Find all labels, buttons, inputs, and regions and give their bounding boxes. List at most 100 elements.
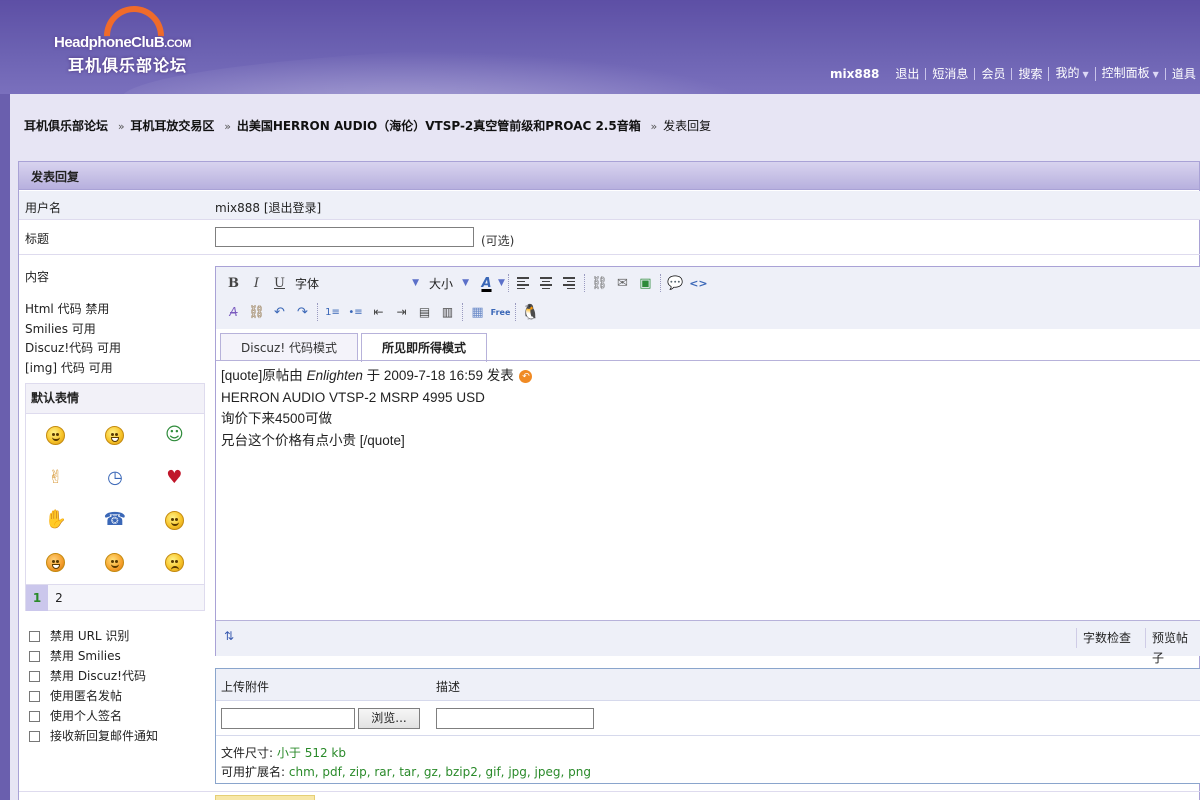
option-disable-url[interactable]: 禁用 URL 识别: [29, 626, 158, 646]
current-user-link[interactable]: mix888: [830, 67, 879, 81]
link-icon[interactable]: ⛓: [588, 272, 611, 294]
post-editor: B I U 字体 ▼ 大小 ▼ A ▼ ⛓ ✉ ▣ 💬 <> A̶ ⛓ ↶ ↷ …: [215, 266, 1200, 665]
word-count-button[interactable]: 字数检查: [1076, 628, 1137, 648]
option-signature[interactable]: 使用个人签名: [29, 706, 158, 726]
toolbar-divider: [659, 274, 661, 292]
nav-items[interactable]: 道具: [1164, 68, 1200, 80]
unordered-list-icon[interactable]: •≡: [344, 301, 367, 323]
email-icon[interactable]: ✉: [611, 272, 634, 294]
attachment-divider: [216, 735, 1200, 736]
checkbox[interactable]: [29, 710, 40, 722]
code-status-html: Html 代码 禁用: [25, 302, 110, 316]
subject-label: 标题: [25, 232, 50, 246]
table-icon[interactable]: ▦: [466, 301, 489, 323]
smile-icon: [46, 425, 66, 445]
checkbox[interactable]: [29, 730, 40, 742]
nav-messages[interactable]: 短消息: [925, 68, 974, 80]
font-size-select[interactable]: 大小 ▼: [419, 275, 469, 292]
tab-discuz-code[interactable]: Discuz! 代码模式: [220, 333, 358, 361]
qq-penguin-icon[interactable]: 🐧: [519, 301, 542, 323]
go-to-post-icon[interactable]: ↶: [519, 370, 533, 383]
checkbox[interactable]: [29, 690, 40, 702]
font-color-icon[interactable]: A: [475, 272, 498, 294]
hug-icon: ☺: [164, 424, 184, 446]
italic-icon[interactable]: I: [245, 272, 268, 294]
option-anonymous[interactable]: 使用匿名发帖: [29, 686, 158, 706]
attachment-file-input[interactable]: [221, 708, 355, 729]
resize-editor-icon[interactable]: ⇅: [224, 629, 234, 643]
free-icon[interactable]: Free: [489, 301, 512, 323]
nav-my[interactable]: 我的 ▼: [1048, 67, 1094, 81]
site-header: HeadphoneCluB.COM 耳机俱乐部论坛 mix888 退出 短消息 …: [0, 0, 1200, 100]
smiley-clock[interactable]: ◷: [85, 457, 144, 500]
telephone-icon: ☎: [103, 509, 127, 531]
editor-toolbar: B I U 字体 ▼ 大小 ▼ A ▼ ⛓ ✉ ▣ 💬 <> A̶ ⛓ ↶ ↷ …: [216, 267, 1200, 329]
ordered-list-icon[interactable]: 1≡: [321, 301, 344, 323]
smilies-page-1[interactable]: 1: [26, 584, 48, 611]
smiley-hug[interactable]: ☺: [145, 414, 204, 457]
align-left-icon[interactable]: [512, 272, 535, 294]
breadcrumb: 耳机俱乐部论坛 » 耳机耳放交易区 » 出美国HERRON AUDIO（海伦）V…: [24, 117, 711, 134]
breadcrumb-separator: »: [117, 120, 125, 133]
angry-icon: [46, 553, 66, 573]
option-disable-discuz[interactable]: 禁用 Discuz!代码: [29, 666, 158, 686]
editor-content-area[interactable]: [quote]原帖由 Enlighten 于 2009-7-18 16:59 发…: [216, 360, 1200, 620]
browse-button[interactable]: 浏览...: [358, 708, 420, 729]
redo-icon[interactable]: ↷: [291, 301, 314, 323]
upload-label: 上传附件: [221, 680, 270, 694]
preview-post-button[interactable]: 预览帖子: [1145, 628, 1200, 665]
quote-icon[interactable]: 💬: [664, 272, 687, 294]
smiley-victory[interactable]: ✌: [26, 457, 85, 500]
breadcrumb-forum-home[interactable]: 耳机俱乐部论坛: [24, 119, 108, 133]
smiley-lips[interactable]: ♥: [145, 457, 204, 500]
outdent-icon[interactable]: ⇤: [367, 301, 390, 323]
smiley-phone[interactable]: ☎: [85, 499, 144, 542]
tab-wysiwyg[interactable]: 所见即所得模式: [360, 333, 487, 362]
smiley-handshake[interactable]: ✋: [26, 499, 85, 542]
float-right-icon[interactable]: ▥: [436, 301, 459, 323]
smiley-happy[interactable]: [145, 499, 204, 542]
file-size-limit: 文件尺寸: 小于 512 kb: [221, 746, 346, 760]
breadcrumb-board[interactable]: 耳机耳放交易区: [130, 119, 214, 133]
smiley-smile[interactable]: [26, 414, 85, 457]
smilies-title: 默认表情: [26, 384, 204, 414]
username-value[interactable]: mix888 [退出登录]: [215, 199, 321, 216]
nav-search[interactable]: 搜索: [1011, 68, 1048, 80]
smilies-page-2[interactable]: 2: [48, 585, 70, 611]
editor-line-3: 询价下来4500可做: [221, 411, 333, 426]
nav-members[interactable]: 会员: [974, 68, 1011, 80]
bold-icon[interactable]: B: [222, 272, 245, 294]
remove-format-icon[interactable]: A̶: [222, 301, 245, 323]
align-right-icon[interactable]: [558, 272, 581, 294]
chevron-down-icon[interactable]: ▼: [498, 278, 505, 288]
code-icon[interactable]: <>: [687, 272, 710, 294]
image-icon[interactable]: ▣: [634, 272, 657, 294]
subject-row: 标题 (可选): [19, 220, 1200, 255]
smiley-grin[interactable]: [85, 414, 144, 457]
subject-input[interactable]: [215, 227, 474, 247]
float-left-icon[interactable]: ▤: [413, 301, 436, 323]
chevron-down-icon: ▼: [1152, 70, 1159, 79]
smiley-tongue[interactable]: [85, 542, 144, 585]
checkbox[interactable]: [29, 670, 40, 682]
smiley-sad[interactable]: [145, 542, 204, 585]
breadcrumb-thread[interactable]: 出美国HERRON AUDIO（海伦）VTSP-2真空管前级和PROAC 2.5…: [237, 119, 641, 133]
attachment-description-input[interactable]: [436, 708, 594, 729]
unlink-icon[interactable]: ⛓: [245, 301, 268, 323]
underline-icon[interactable]: U: [268, 272, 291, 294]
option-disable-smilies[interactable]: 禁用 Smilies: [29, 646, 158, 666]
checkbox[interactable]: [29, 630, 40, 642]
submit-reply-button[interactable]: [215, 795, 315, 800]
indent-icon[interactable]: ⇥: [390, 301, 413, 323]
checkbox[interactable]: [29, 650, 40, 662]
smiley-angry[interactable]: [26, 542, 85, 585]
nav-logout[interactable]: 退出: [889, 68, 925, 80]
top-navigation: mix888 退出 短消息 会员 搜索 我的 ▼ 控制面板 ▼ 道具: [830, 66, 1200, 82]
undo-icon[interactable]: ↶: [268, 301, 291, 323]
nav-control-panel[interactable]: 控制面板 ▼: [1094, 67, 1165, 81]
site-logo[interactable]: HeadphoneCluB.COM 耳机俱乐部论坛: [52, 0, 217, 79]
font-family-select[interactable]: 字体 ▼: [291, 275, 419, 292]
option-email-notify[interactable]: 接收新回复邮件通知: [29, 726, 158, 746]
align-center-icon[interactable]: [535, 272, 558, 294]
chevron-down-icon: ▼: [1082, 70, 1089, 79]
